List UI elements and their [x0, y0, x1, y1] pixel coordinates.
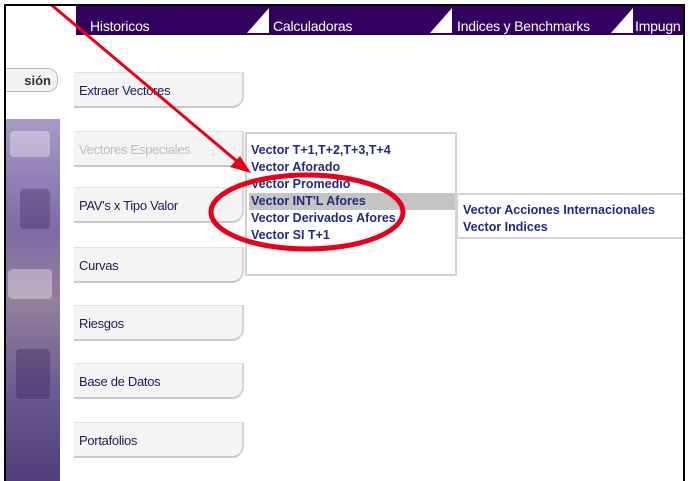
annotation-arrow-line [50, 6, 240, 165]
annotation-overlay [50, 6, 406, 252]
browser-viewport: Historicos Calculadoras Indices y Benchm… [4, 4, 685, 481]
annotation-circle [208, 172, 406, 252]
